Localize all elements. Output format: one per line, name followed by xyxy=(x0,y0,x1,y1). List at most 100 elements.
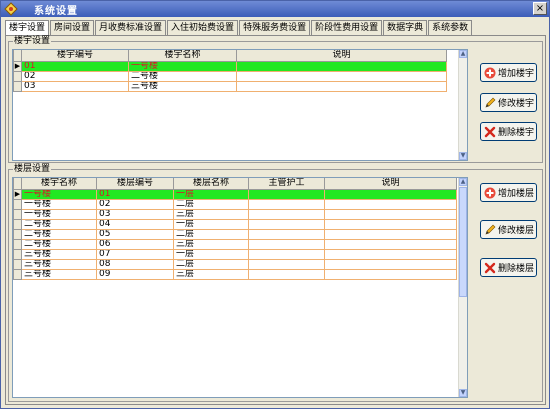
floor-cell[interactable]: 08 xyxy=(96,258,174,270)
floor-row[interactable]: 三号楼 08 二层 xyxy=(13,258,457,270)
floor-cell[interactable]: 04 xyxy=(96,218,174,230)
floor-cell[interactable] xyxy=(324,198,457,210)
floor-cell[interactable]: 二层 xyxy=(173,228,249,240)
row-indicator[interactable] xyxy=(13,208,22,220)
building-cell[interactable]: 01 xyxy=(21,60,129,72)
building-row[interactable]: 03 三号楼 xyxy=(13,80,447,92)
floor-cell[interactable]: 三层 xyxy=(173,238,249,250)
building-row[interactable]: ▶ 01 一号楼 xyxy=(13,60,447,72)
floor-cell[interactable]: 01 xyxy=(96,188,174,200)
building-grid[interactable]: 楼宇编号 楼宇名称 说明 ▶ 01 一号楼 02 二号楼 03 三号楼 ▲ ▼ xyxy=(12,49,468,161)
row-indicator[interactable] xyxy=(13,268,22,280)
floor-cell[interactable]: 06 xyxy=(96,238,174,250)
tab-1[interactable]: 房间设置 xyxy=(50,20,95,35)
row-indicator[interactable]: ▶ xyxy=(13,188,22,200)
floor-cell[interactable]: 二号楼 xyxy=(21,228,97,240)
delete-floor-button[interactable]: 删除楼层 xyxy=(480,258,537,277)
building-cell[interactable] xyxy=(236,70,447,82)
floor-cell[interactable] xyxy=(324,248,457,260)
floor-cell[interactable] xyxy=(248,258,325,270)
floor-cell[interactable] xyxy=(324,268,457,280)
floor-row[interactable]: 二号楼 06 三层 xyxy=(13,238,457,250)
floor-row[interactable]: 一号楼 03 三层 xyxy=(13,208,457,220)
building-column-header[interactable]: 楼宇编号 xyxy=(21,50,129,62)
scroll-thumb[interactable] xyxy=(459,187,467,297)
floor-cell[interactable] xyxy=(324,238,457,250)
floor-cell[interactable]: 07 xyxy=(96,248,174,260)
floor-cell[interactable]: 一层 xyxy=(173,188,249,200)
building-column-header[interactable]: 楼宇名称 xyxy=(128,50,237,62)
add-floor-button[interactable]: 增加楼层 xyxy=(480,183,537,202)
tab-3[interactable]: 入住初始费设置 xyxy=(167,20,239,35)
row-indicator[interactable] xyxy=(13,228,22,240)
floor-cell[interactable] xyxy=(248,248,325,260)
building-cell[interactable] xyxy=(236,80,447,92)
scroll-down-arrow-icon[interactable]: ▼ xyxy=(459,152,467,160)
tab-5[interactable]: 阶段性费用设置 xyxy=(311,20,383,35)
floor-column-header[interactable]: 楼层名称 xyxy=(173,178,249,190)
scroll-up-arrow-icon[interactable]: ▲ xyxy=(459,50,467,58)
row-indicator[interactable] xyxy=(13,248,22,260)
floor-cell[interactable] xyxy=(248,268,325,280)
close-button[interactable]: × xyxy=(533,2,547,15)
floor-grid[interactable]: 楼宇名称 楼层编号 楼层名称 主管护工 说明 ▶ 一号楼 01 一层 一号楼 02 二层 一号楼 03 三层… xyxy=(12,177,468,398)
floor-row[interactable]: 二号楼 04 一层 xyxy=(13,218,457,230)
tab-7[interactable]: 系统参数 xyxy=(428,20,473,35)
floor-cell[interactable] xyxy=(248,198,325,210)
row-indicator[interactable] xyxy=(13,80,22,92)
building-cell[interactable]: 03 xyxy=(21,80,129,92)
floor-cell[interactable] xyxy=(248,208,325,220)
building-grid-scrollbar[interactable]: ▲ ▼ xyxy=(458,50,467,160)
floor-column-header[interactable]: 主管护工 xyxy=(248,178,325,190)
floor-cell[interactable]: 三号楼 xyxy=(21,268,97,280)
building-cell[interactable]: 二号楼 xyxy=(128,70,237,82)
floor-cell[interactable]: 二层 xyxy=(173,258,249,270)
delete-building-button[interactable]: 删除楼宇 xyxy=(480,122,537,141)
floor-cell[interactable]: 二号楼 xyxy=(21,218,97,230)
floor-cell[interactable]: 一层 xyxy=(173,248,249,260)
tab-0[interactable]: 楼宇设置 xyxy=(5,20,50,35)
floor-cell[interactable] xyxy=(248,218,325,230)
row-indicator[interactable] xyxy=(13,198,22,210)
scroll-down-arrow-icon[interactable]: ▼ xyxy=(459,389,467,397)
building-cell[interactable]: 02 xyxy=(21,70,129,82)
floor-cell[interactable] xyxy=(324,218,457,230)
floor-cell[interactable]: 一号楼 xyxy=(21,208,97,220)
floor-cell[interactable]: 二层 xyxy=(173,198,249,210)
edit-floor-button[interactable]: 修改楼层 xyxy=(480,220,537,239)
tab-2[interactable]: 月收费标准设置 xyxy=(95,20,167,35)
floor-row[interactable]: 二号楼 05 二层 xyxy=(13,228,457,240)
floor-grid-scrollbar[interactable]: ▲ ▼ xyxy=(458,178,467,397)
building-cell[interactable]: 三号楼 xyxy=(128,80,237,92)
floor-row[interactable]: 三号楼 07 一层 xyxy=(13,248,457,260)
row-indicator[interactable] xyxy=(13,70,22,82)
building-cell[interactable]: 一号楼 xyxy=(128,60,237,72)
floor-cell[interactable]: 03 xyxy=(96,208,174,220)
floor-cell[interactable]: 三层 xyxy=(173,268,249,280)
row-indicator[interactable] xyxy=(13,258,22,270)
tab-6[interactable]: 数据字典 xyxy=(383,20,428,35)
edit-building-button[interactable]: 修改楼宇 xyxy=(480,93,537,112)
floor-column-header[interactable]: 楼层编号 xyxy=(96,178,174,190)
floor-cell[interactable]: 一层 xyxy=(173,218,249,230)
floor-cell[interactable]: 三号楼 xyxy=(21,258,97,270)
building-cell[interactable] xyxy=(236,60,447,72)
floor-cell[interactable] xyxy=(324,258,457,270)
floor-cell[interactable]: 05 xyxy=(96,228,174,240)
add-building-button[interactable]: 增加楼宇 xyxy=(480,63,537,82)
floor-cell[interactable] xyxy=(324,188,457,200)
floor-cell[interactable] xyxy=(324,228,457,240)
floor-cell[interactable] xyxy=(324,208,457,220)
tab-4[interactable]: 特殊服务费设置 xyxy=(239,20,311,35)
floor-cell[interactable]: 09 xyxy=(96,268,174,280)
row-indicator[interactable] xyxy=(13,238,22,250)
floor-cell[interactable]: 三号楼 xyxy=(21,248,97,260)
floor-cell[interactable]: 一号楼 xyxy=(21,188,97,200)
floor-cell[interactable]: 02 xyxy=(96,198,174,210)
scroll-up-arrow-icon[interactable]: ▲ xyxy=(459,178,467,186)
floor-cell[interactable] xyxy=(248,188,325,200)
floor-cell[interactable]: 一号楼 xyxy=(21,198,97,210)
building-column-header[interactable]: 说明 xyxy=(236,50,447,62)
floor-cell[interactable]: 二号楼 xyxy=(21,238,97,250)
floor-row[interactable]: 三号楼 09 三层 xyxy=(13,268,457,280)
